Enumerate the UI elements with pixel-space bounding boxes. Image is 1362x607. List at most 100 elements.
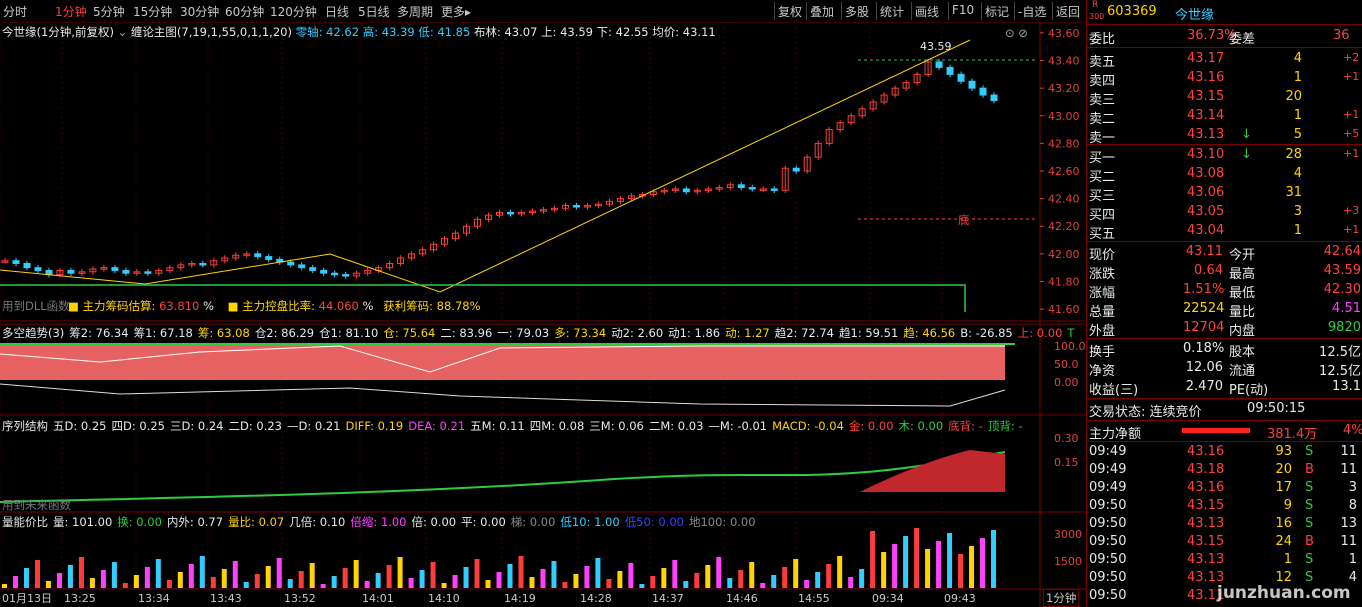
toolbar-button-8[interactable]: 返回 bbox=[1056, 3, 1080, 20]
period-tab-9[interactable]: 多周期 bbox=[397, 3, 433, 20]
tick-price: 43.15 bbox=[1187, 534, 1225, 549]
volume-bar bbox=[639, 584, 645, 588]
tick-row: 09:49 43.18 20 B 11 bbox=[1087, 461, 1362, 480]
period-tab-6[interactable]: 120分钟 bbox=[270, 3, 317, 20]
indicator-name[interactable]: 缠论主图(7,19,1,55,0,1,1,20) bbox=[131, 25, 292, 39]
panel4-axis-label: 1500 bbox=[1054, 555, 1082, 568]
panel2-item: 趋2: 72.74 bbox=[774, 326, 835, 340]
period-tab-10[interactable]: 更多▸ bbox=[441, 3, 471, 20]
volume-bar bbox=[551, 561, 557, 588]
quote-value: 12704 bbox=[1183, 320, 1225, 335]
volume-bar bbox=[496, 572, 502, 588]
collapse-icon[interactable]: ⌄ bbox=[118, 25, 128, 39]
volume-bar bbox=[991, 530, 997, 588]
panel3-item: 木: 0.00 bbox=[898, 419, 944, 433]
volume-bar bbox=[111, 562, 117, 588]
toolbar-button-6[interactable]: 标记 bbox=[985, 3, 1009, 20]
quote-label: 最高 bbox=[1229, 267, 1256, 282]
divider bbox=[1087, 441, 1362, 442]
toolbar-button-7[interactable]: -自选 bbox=[1018, 3, 1046, 20]
bid-vol: 4 bbox=[1293, 166, 1302, 181]
ask-price: 43.13 bbox=[1187, 127, 1225, 142]
panel2-axis-label: 0.00 bbox=[1054, 376, 1079, 389]
period-tab-7[interactable]: 日线 bbox=[325, 3, 349, 20]
tick-n: 3 bbox=[1348, 480, 1357, 495]
volume-bar bbox=[584, 566, 590, 588]
time-label: 09:43 bbox=[944, 592, 976, 605]
panel3-item: —M: -0.01 bbox=[708, 419, 768, 433]
volume-bar bbox=[771, 575, 777, 588]
ask-row: 卖五 43.17 4 +2 bbox=[1087, 50, 1362, 70]
toolbar-separator bbox=[948, 2, 949, 20]
toolbar-button-0[interactable]: 复权 bbox=[778, 3, 802, 20]
toolbar-button-2[interactable]: 多股 bbox=[845, 3, 869, 20]
candle bbox=[23, 263, 31, 269]
stock-title: 今世缘(1分钟,前复权) bbox=[2, 25, 114, 39]
toolbar-button-3[interactable]: 统计 bbox=[880, 3, 904, 20]
period-tab-3[interactable]: 15分钟 bbox=[133, 3, 172, 20]
candle bbox=[45, 269, 53, 276]
stock-name: 今世缘 bbox=[1175, 8, 1215, 23]
volume-bar bbox=[969, 546, 975, 588]
period-tab-1[interactable]: 1分钟 bbox=[55, 3, 87, 20]
bid-price: 43.04 bbox=[1187, 223, 1225, 238]
tick-bs: S bbox=[1305, 498, 1314, 513]
candle bbox=[298, 264, 306, 269]
volume-bar bbox=[628, 563, 634, 588]
tick-row: 09:50 43.15 24 B 11 bbox=[1087, 533, 1362, 552]
period-tab-5[interactable]: 60分钟 bbox=[225, 3, 264, 20]
volume-bar bbox=[936, 541, 942, 588]
bid-chg: +1 bbox=[1343, 147, 1360, 160]
volume-bar bbox=[408, 578, 414, 588]
period-tab-2[interactable]: 5分钟 bbox=[93, 3, 125, 20]
quote-row: 外盘 12704 内盘 9820 bbox=[1087, 319, 1362, 339]
candle bbox=[287, 261, 295, 266]
volume-bar bbox=[507, 564, 513, 588]
time-label: 09:34 bbox=[872, 592, 904, 605]
bid-label: 买三 bbox=[1089, 189, 1116, 204]
quote-value: 9820 bbox=[1327, 320, 1361, 335]
volume-bar bbox=[705, 565, 711, 588]
settings-icon[interactable]: ⊙ ⊘ bbox=[1005, 26, 1028, 40]
panel2-title[interactable]: 多空趋势(3) bbox=[2, 326, 64, 340]
divider bbox=[1087, 420, 1362, 421]
volume-bar bbox=[397, 557, 403, 588]
candle bbox=[946, 66, 954, 75]
stat-label: 净资 bbox=[1089, 364, 1116, 379]
ask-price: 43.15 bbox=[1187, 89, 1225, 104]
quote-value: 43.59 bbox=[1323, 263, 1361, 278]
panel2-item: 仓: 75.64 bbox=[383, 326, 436, 340]
toolbar-button-1[interactable]: 叠加 bbox=[810, 3, 834, 20]
panel4-title[interactable]: 量能价比 bbox=[2, 515, 48, 529]
stat-value: 12.5亿 bbox=[1319, 364, 1361, 379]
period-toolbar: 分时 1分钟 5分钟 15分钟 30分钟 60分钟 120分钟 日线 5日线 多周期 更多▸ 复权 叠加… bbox=[0, 0, 1086, 23]
stat-value: 13.1 bbox=[1332, 379, 1361, 394]
chips-pct: % bbox=[202, 299, 214, 313]
toolbar-button-4[interactable]: 画线 bbox=[915, 3, 939, 20]
stat-label: PE(动) bbox=[1229, 383, 1269, 398]
trend-area-fill bbox=[0, 344, 1005, 380]
candle bbox=[144, 271, 152, 274]
volume-bar bbox=[320, 584, 326, 588]
volume-bar bbox=[804, 580, 810, 588]
panel2-info: 多空趋势(3) 筹2: 76.34 筹1: 67.18 筹: 63.08 仓2: 86.… bbox=[2, 325, 1074, 341]
period-tab-0[interactable]: 分时 bbox=[3, 3, 27, 20]
panel3-title[interactable]: 序列结构 bbox=[2, 419, 48, 433]
period-tab-4[interactable]: 30分钟 bbox=[180, 3, 219, 20]
volume-bar bbox=[661, 568, 667, 588]
period-badge[interactable]: 1分钟 bbox=[1043, 589, 1080, 607]
chips-label: ■ 主力筹码估算: bbox=[68, 299, 156, 313]
volume-bar bbox=[815, 572, 821, 588]
period-tab-8[interactable]: 5日线 bbox=[358, 3, 390, 20]
stat-row: 换手 0.18% 股本 12.5亿 bbox=[1087, 340, 1362, 360]
toolbar-button-5[interactable]: F10 bbox=[952, 3, 974, 17]
volume-bar bbox=[782, 567, 788, 588]
bid-vol: 28 bbox=[1285, 147, 1302, 162]
panel2-item: 趋1: 59.51 bbox=[839, 326, 899, 340]
bid-price: 43.06 bbox=[1187, 185, 1225, 200]
time-label: 14:55 bbox=[798, 592, 830, 605]
toolbar-separator bbox=[841, 2, 842, 20]
volume-bar bbox=[914, 528, 920, 588]
tick-bs: S bbox=[1305, 516, 1314, 531]
panel2-item: 二: 83.96 bbox=[440, 326, 493, 340]
